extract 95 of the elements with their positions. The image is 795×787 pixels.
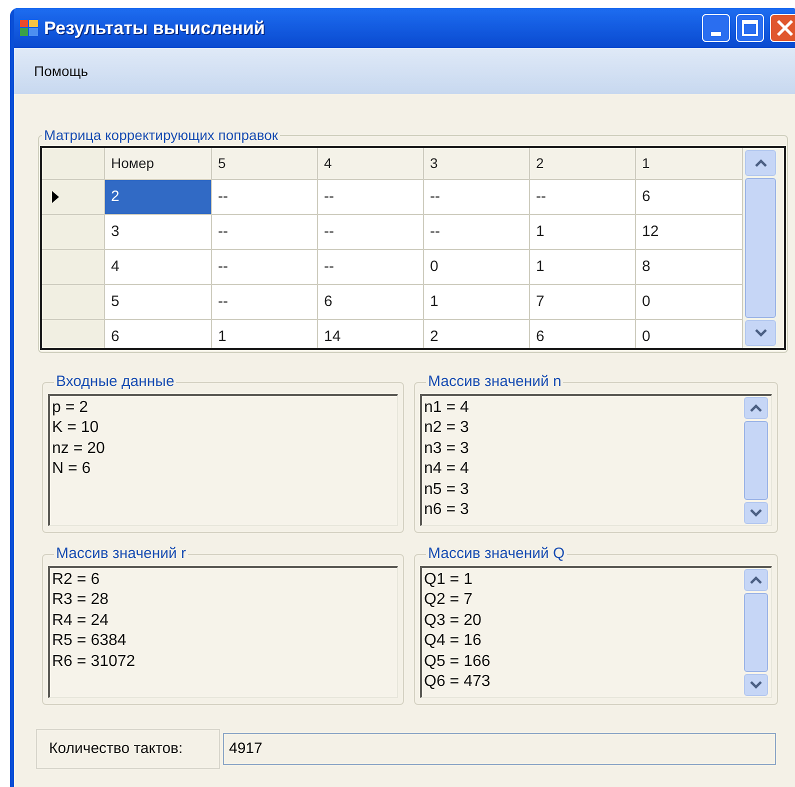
table-cell[interactable]: 6 (530, 320, 636, 348)
chevron-up-icon (754, 159, 766, 167)
scroll-down-button[interactable] (744, 674, 768, 696)
column-header[interactable]: 2 (530, 148, 636, 180)
text-line: p = 2 (52, 398, 88, 418)
table-cell[interactable]: 5 (105, 285, 212, 320)
text-line: Q1 = 1 (424, 570, 472, 590)
text-line: K = 10 (52, 418, 99, 438)
table-cell[interactable]: -- (424, 180, 530, 215)
column-header[interactable]: 3 (424, 148, 530, 180)
text-line: n1 = 4 (424, 398, 469, 418)
table-cell[interactable]: 0 (636, 285, 743, 320)
scroll-up-button[interactable] (744, 568, 768, 590)
maximize-button[interactable] (736, 14, 764, 42)
chevron-down-icon (750, 680, 762, 688)
table-cell[interactable]: 12 (636, 215, 743, 250)
scrollbar[interactable] (743, 148, 778, 348)
group-title: Массив значений r (55, 544, 188, 564)
scrollbar[interactable] (743, 568, 769, 696)
table-cell[interactable]: -- (212, 250, 318, 285)
table-cell[interactable]: 7 (530, 285, 636, 320)
text-line: n3 = 3 (424, 438, 469, 458)
table-cell[interactable]: 6 (636, 180, 743, 215)
table-cell[interactable]: 2 (424, 320, 530, 348)
table-cell[interactable]: -- (212, 285, 318, 320)
text-line: Q4 = 16 (424, 631, 482, 651)
scroll-thumb[interactable] (744, 420, 768, 500)
text-line: n2 = 3 (424, 418, 469, 438)
table-cell[interactable]: 6 (105, 320, 212, 348)
text-line: n5 = 3 (424, 480, 469, 500)
chevron-up-icon (750, 576, 762, 584)
text-line: n4 = 4 (424, 459, 469, 479)
text-area[interactable]: Q1 = 1 Q2 = 7 Q3 = 20 Q4 = 16 Q5 = 166 Q6 = 473 (420, 566, 772, 698)
minimize-icon (711, 32, 721, 36)
group-title: Массив значений n (427, 372, 562, 392)
maximize-icon (742, 20, 758, 36)
scroll-thumb[interactable] (744, 592, 768, 672)
table-cell[interactable]: 8 (636, 250, 743, 285)
text-area[interactable]: n1 = 4 n2 = 3 n3 = 3 n4 = 4 n5 = 3 n6 = 3 (420, 394, 772, 526)
table-cell[interactable]: 0 (636, 320, 743, 348)
scrollbar[interactable] (743, 396, 769, 524)
column-header[interactable]: Номер (105, 148, 212, 180)
table-cell[interactable]: 6 (318, 285, 424, 320)
minimize-button[interactable] (702, 14, 730, 42)
table-cell[interactable]: -- (212, 215, 318, 250)
ticks-field: 4917 (223, 733, 776, 765)
scroll-down-button[interactable] (744, 502, 768, 524)
table-cell[interactable]: 3 (105, 215, 212, 250)
table-cell[interactable]: 4 (105, 250, 212, 285)
chevron-down-icon (750, 508, 762, 516)
chevron-up-icon (750, 404, 762, 412)
group-title: Входные данные (55, 372, 176, 392)
text-line: R5 = 6384 (52, 631, 126, 651)
table-cell[interactable]: 1 (212, 320, 318, 348)
table-cell[interactable]: -- (318, 215, 424, 250)
text-area[interactable]: p = 2 K = 10 nz = 20 N = 6 (48, 394, 398, 526)
table-cell[interactable]: 1 (424, 285, 530, 320)
text-line: R3 = 28 (52, 590, 108, 610)
text-line: N = 6 (52, 459, 91, 479)
column-header[interactable]: 5 (212, 148, 318, 180)
group-title: Массив значений Q (427, 544, 566, 564)
column-header[interactable]: 4 (318, 148, 424, 180)
text-line: Q2 = 7 (424, 590, 472, 610)
table-cell[interactable]: -- (424, 215, 530, 250)
group-title: Матрица корректирующих поправок (43, 126, 280, 145)
column-header[interactable]: 1 (636, 148, 743, 180)
text-line: Q3 = 20 (424, 610, 482, 630)
table-cell[interactable]: -- (318, 250, 424, 285)
table-cell[interactable]: -- (212, 180, 318, 215)
table-cell[interactable]: 1 (530, 250, 636, 285)
chevron-down-icon (754, 329, 766, 337)
text-area[interactable]: R2 = 6 R3 = 28 R4 = 24 R5 = 6384 R6 = 31072 (48, 566, 398, 698)
scroll-down-button[interactable] (745, 320, 776, 346)
app-icon (20, 20, 38, 36)
scroll-up-button[interactable] (744, 396, 768, 418)
window-title: Результаты вычислений (44, 16, 266, 40)
scroll-thumb[interactable] (745, 178, 776, 318)
menu-item[interactable]: Помощь (34, 60, 88, 82)
scroll-up-button[interactable] (745, 150, 776, 176)
table-cell[interactable]: -- (530, 180, 636, 215)
table-cell[interactable]: -- (318, 180, 424, 215)
text-line: Q5 = 166 (424, 652, 490, 672)
text-line: Q6 = 473 (424, 672, 490, 692)
table-cell[interactable]: 2 (105, 180, 212, 215)
text-line: nz = 20 (52, 438, 105, 458)
close-button[interactable] (770, 14, 795, 42)
text-line: R4 = 24 (52, 610, 108, 630)
text-line: R2 = 6 (52, 570, 100, 590)
text-line: R6 = 31072 (52, 652, 136, 672)
table-cell[interactable]: 1 (530, 215, 636, 250)
ticks-label: Количество тактов: (36, 729, 220, 769)
table-cell[interactable]: 0 (424, 250, 530, 285)
table-cell[interactable]: 14 (318, 320, 424, 348)
text-line: n6 = 3 (424, 500, 469, 520)
close-icon (776, 19, 794, 37)
